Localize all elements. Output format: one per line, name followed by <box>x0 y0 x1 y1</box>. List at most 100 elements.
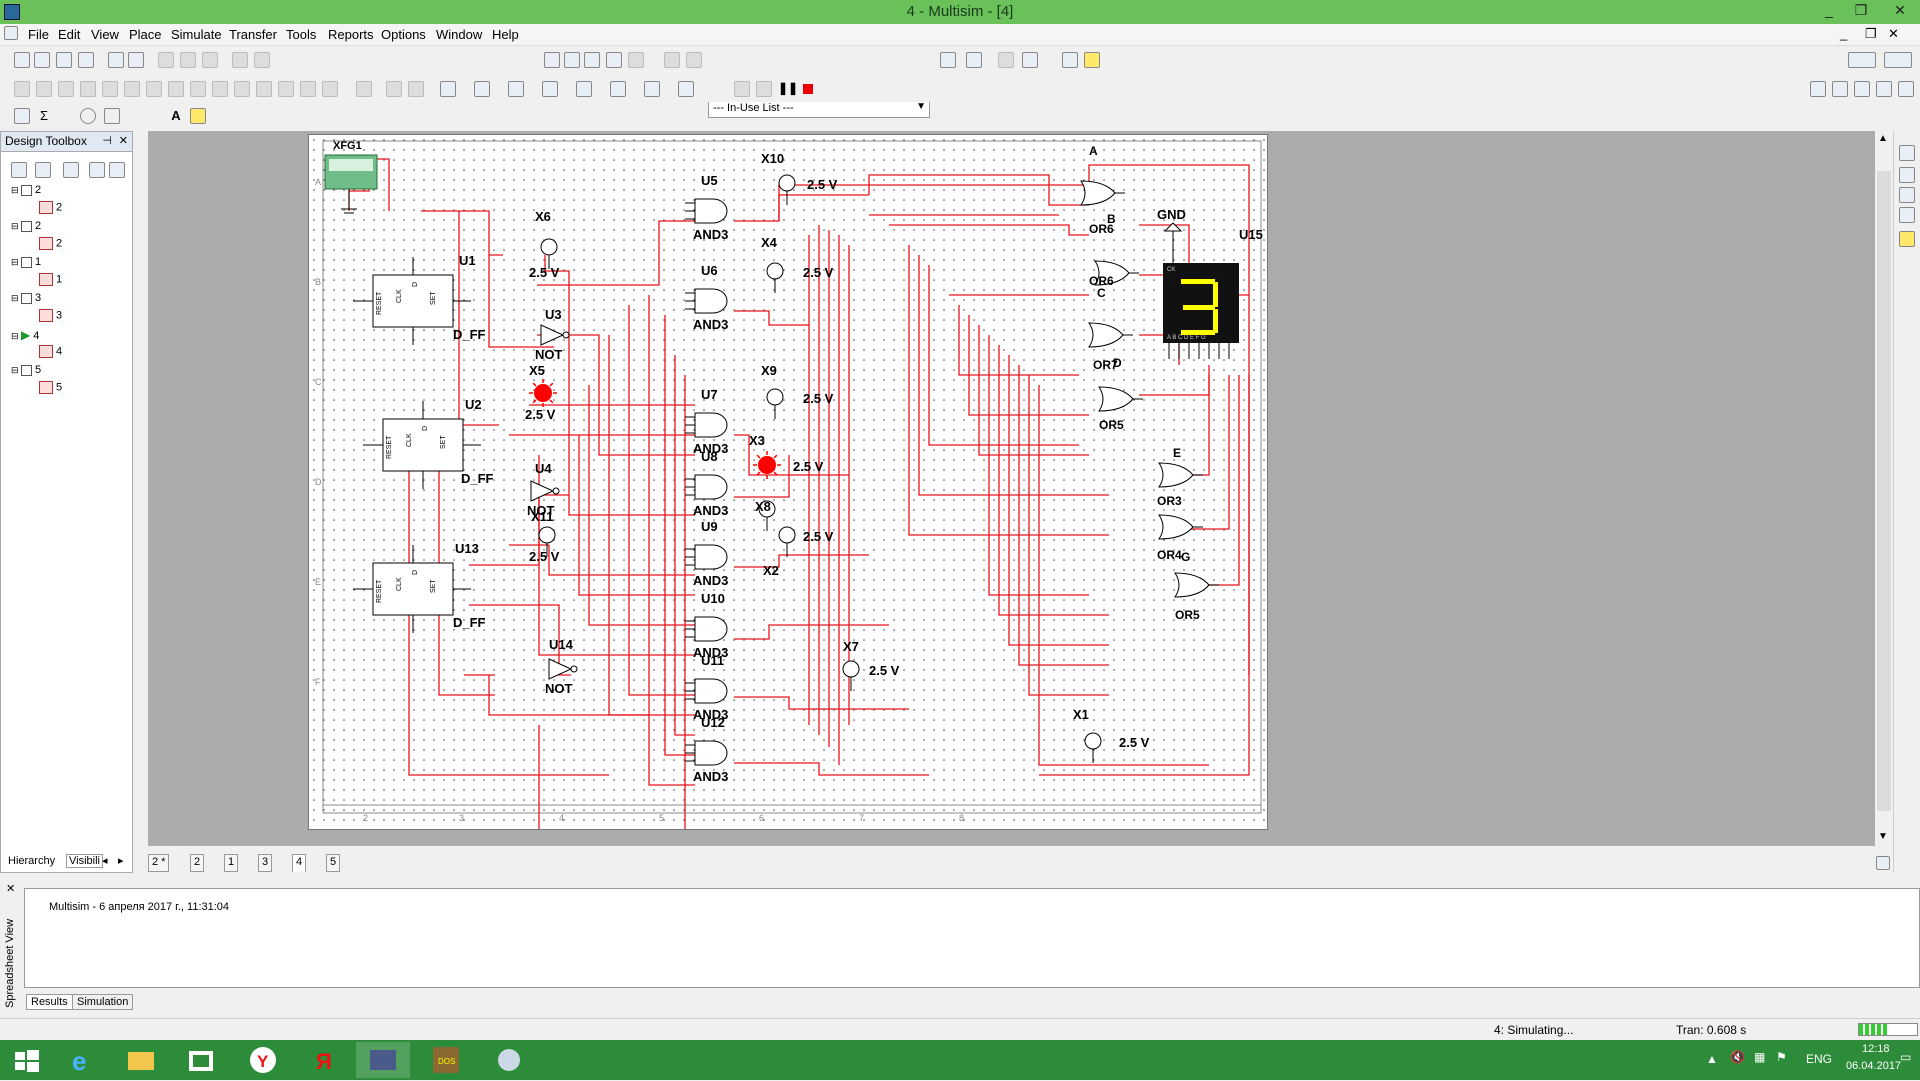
sheet-tab-2-modified[interactable]: 2 * <box>148 854 170 872</box>
stop-icon[interactable] <box>800 81 816 97</box>
menu-reports[interactable]: Reports <box>328 27 374 42</box>
sigma-icon[interactable]: Σ <box>36 108 52 124</box>
rename-icon[interactable] <box>109 162 125 178</box>
tab-scroll-left-icon[interactable]: ◂ <box>102 854 108 867</box>
transistor-icon[interactable] <box>80 81 96 97</box>
zoom-out-icon[interactable] <box>1832 81 1848 97</box>
mixed-icon[interactable] <box>190 81 206 97</box>
electromech-icon[interactable] <box>300 81 316 97</box>
tab-simulation[interactable]: Simulation <box>72 994 134 1010</box>
checkbox-icon[interactable] <box>21 364 33 376</box>
close-design-icon[interactable] <box>89 162 105 178</box>
tab-results[interactable]: Results <box>26 994 73 1010</box>
menu-window[interactable]: Window <box>436 27 482 42</box>
tree-leaf[interactable]: 3 <box>39 309 62 325</box>
cmos-icon[interactable] <box>146 81 162 97</box>
store-icon[interactable] <box>174 1042 228 1078</box>
multimeter-icon[interactable] <box>440 81 456 97</box>
erc-check-icon[interactable] <box>940 52 956 68</box>
dosbox-icon[interactable]: DOS <box>420 1042 474 1078</box>
copy-icon[interactable] <box>180 52 196 68</box>
layout-icon[interactable] <box>1848 52 1876 68</box>
tree-node[interactable]: ⊟ 2 <box>11 184 41 200</box>
panel-tool-icon[interactable] <box>1899 145 1915 161</box>
pause-panel-icon[interactable] <box>1884 52 1912 68</box>
spreadsheet-icon[interactable] <box>564 52 580 68</box>
zoom-in-icon[interactable] <box>1810 81 1826 97</box>
minimize-button[interactable]: _ <box>1812 0 1846 22</box>
menu-tools[interactable]: Tools <box>286 27 316 42</box>
tree-node[interactable]: ⊟ 1 <box>11 256 41 272</box>
checkbox-icon[interactable] <box>21 256 33 268</box>
menu-edit[interactable]: Edit <box>58 27 80 42</box>
flag-icon[interactable]: ⚑ <box>1776 1050 1787 1064</box>
menu-view[interactable]: View <box>91 27 119 42</box>
toolbox-close-icon[interactable]: ✕ <box>119 134 128 147</box>
vertical-scrollbar[interactable]: ▲ ▼ <box>1875 131 1893 846</box>
clock-date[interactable]: 06.04.2017 <box>1846 1060 1901 1072</box>
inner-restore-button[interactable]: ❐ <box>1865 26 1877 42</box>
panel-tool-icon[interactable] <box>1899 187 1915 203</box>
panel-tool-icon[interactable] <box>1899 207 1915 223</box>
analog-icon[interactable] <box>102 81 118 97</box>
zoom-area-icon[interactable] <box>1854 81 1870 97</box>
save-design-icon[interactable] <box>63 162 79 178</box>
polyline-icon[interactable] <box>126 108 142 124</box>
new-design-icon[interactable] <box>11 162 27 178</box>
help-icon[interactable] <box>1084 52 1100 68</box>
tree-node[interactable]: ⊟ 5 <box>11 364 41 380</box>
file-explorer-icon[interactable] <box>114 1042 168 1078</box>
panel-tool-icon[interactable] <box>1899 231 1915 247</box>
panel-tool-icon[interactable] <box>1899 167 1915 183</box>
checkbox-icon[interactable] <box>21 292 33 304</box>
zoom-fit-icon[interactable] <box>1876 81 1892 97</box>
ellipse-icon[interactable] <box>80 108 96 124</box>
place-component-icon[interactable] <box>14 108 30 124</box>
source-icon[interactable] <box>14 81 30 97</box>
sheet-tab-4-active[interactable]: 4 <box>292 854 307 872</box>
menu-options[interactable]: Options <box>381 27 426 42</box>
maximize-button[interactable]: ❐ <box>1844 0 1878 22</box>
tree-leaf[interactable]: 4 <box>39 345 62 361</box>
close-button[interactable]: ✕ <box>1880 0 1920 22</box>
tab-scroll-right-icon[interactable]: ▸ <box>118 854 124 867</box>
in-use-list-select[interactable]: --- In-Use List --- ▼ <box>708 100 930 118</box>
backannotate-icon[interactable] <box>686 52 702 68</box>
scroll-thumb[interactable] <box>1877 171 1891 811</box>
save-icon[interactable] <box>78 52 94 68</box>
scroll-up-icon[interactable]: ▲ <box>1878 133 1888 144</box>
menu-help[interactable]: Help <box>492 27 519 42</box>
tree-leaf[interactable]: 2 <box>39 201 62 217</box>
tree-leaf[interactable]: 1 <box>39 273 62 289</box>
sim-settings-icon[interactable] <box>734 81 750 97</box>
zoom-search-icon[interactable] <box>1062 52 1078 68</box>
checkbox-icon[interactable] <box>21 184 33 196</box>
menu-simulate[interactable]: Simulate <box>171 27 222 42</box>
notifications-icon[interactable]: ▭ <box>1900 1050 1911 1064</box>
oscilloscope-icon[interactable] <box>542 81 558 97</box>
bus-icon[interactable] <box>386 81 402 97</box>
tree-node[interactable]: ⊟ 3 <box>11 292 41 308</box>
tree-leaf[interactable]: 5 <box>39 381 62 397</box>
cut-icon[interactable] <box>158 52 174 68</box>
toggle-grid-icon[interactable] <box>544 52 560 68</box>
database-icon[interactable] <box>584 52 600 68</box>
sheet-tab-2[interactable]: 2 <box>190 854 205 872</box>
diode-icon[interactable] <box>58 81 74 97</box>
yandex-icon[interactable]: Я <box>296 1042 350 1078</box>
inner-close-button[interactable]: ✕ <box>1888 26 1899 42</box>
transfer-icon[interactable] <box>966 52 982 68</box>
pin-icon[interactable]: ⊣ <box>102 134 112 147</box>
not-gate-u14[interactable]: U14 NOT <box>545 637 578 696</box>
sheet-tab-3[interactable]: 3 <box>258 854 273 872</box>
text-icon[interactable]: A <box>168 108 184 124</box>
yandex-browser-icon[interactable]: Y <box>236 1042 290 1078</box>
network-icon[interactable]: ▦ <box>1754 1050 1765 1064</box>
indicator-icon[interactable] <box>212 81 228 97</box>
checkbox-icon[interactable] <box>21 220 33 232</box>
power-icon[interactable] <box>234 81 250 97</box>
full-screen-icon[interactable] <box>1898 81 1914 97</box>
erc-icon[interactable] <box>664 52 680 68</box>
volume-icon[interactable]: 🔇 <box>1730 1050 1745 1064</box>
print-icon[interactable] <box>108 52 124 68</box>
